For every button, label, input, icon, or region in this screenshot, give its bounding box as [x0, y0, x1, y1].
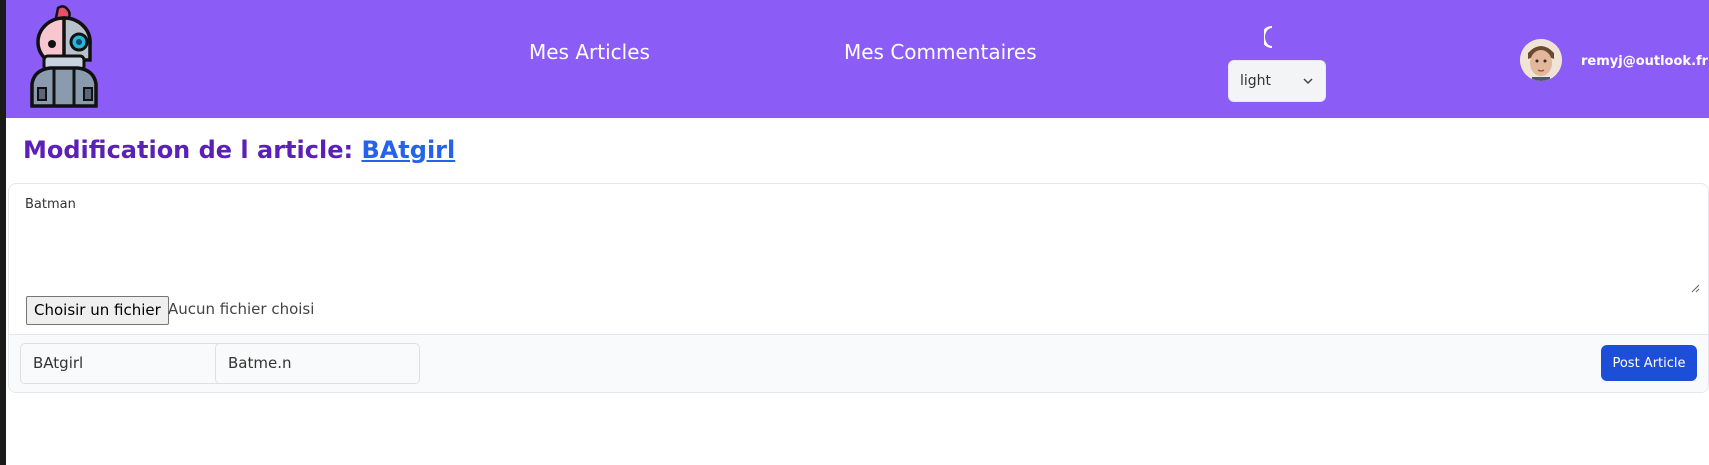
- page-title: Modification de l article: BAtgirl: [23, 136, 455, 164]
- app: Mes Articles Mes Commentaires light remy…: [6, 0, 1709, 465]
- robot-logo-icon[interactable]: [24, 4, 108, 108]
- edit-article-card: Batman Choisir un fichier Aucun fichier …: [8, 183, 1709, 393]
- article-link[interactable]: BAtgirl: [361, 136, 455, 164]
- card-footer: BAtgirl Batme.n Post Article: [9, 334, 1708, 392]
- title-input[interactable]: BAtgirl: [20, 343, 225, 384]
- second-input[interactable]: Batme.n: [215, 343, 420, 384]
- nav-link-mes-articles[interactable]: Mes Articles: [529, 40, 650, 64]
- theme-select-value: light: [1240, 73, 1272, 89]
- navbar: Mes Articles Mes Commentaires light remy…: [6, 0, 1709, 118]
- file-status: Aucun fichier choisi: [168, 300, 315, 318]
- post-article-button[interactable]: Post Article: [1601, 345, 1697, 381]
- resize-grip-icon[interactable]: [1690, 283, 1700, 293]
- file-choose-button[interactable]: Choisir un fichier: [26, 296, 169, 325]
- page-title-prefix: Modification de l article:: [23, 136, 362, 164]
- theme-select[interactable]: light: [1228, 60, 1326, 102]
- moon-icon[interactable]: [1261, 24, 1284, 50]
- nav-link-mes-commentaires[interactable]: Mes Commentaires: [844, 40, 1037, 64]
- chevron-down-icon: [1303, 78, 1313, 85]
- content-textarea[interactable]: Batman: [19, 194, 1699, 292]
- avatar[interactable]: [1520, 39, 1562, 81]
- user-email: remyj@outlook.fr: [1581, 54, 1709, 69]
